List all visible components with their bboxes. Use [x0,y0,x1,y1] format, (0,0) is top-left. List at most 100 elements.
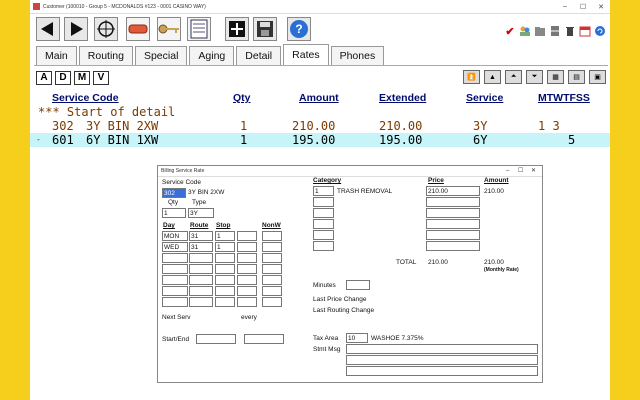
dialog-close-button[interactable]: ✕ [531,166,536,177]
schedule-day-field[interactable]: WED [162,242,188,252]
schedule-route-field[interactable] [189,253,213,263]
erase-button[interactable] [126,17,150,41]
dialog-minimize-button[interactable]: – [506,166,509,177]
category-code-field[interactable] [313,219,334,229]
schedule-nonw-field[interactable] [262,286,282,296]
locate-button[interactable] [94,17,118,41]
type-field[interactable]: 3Y [188,208,214,218]
schedule-extra-field[interactable] [237,264,257,274]
statement-message-line-3[interactable] [346,366,538,376]
schedule-stop-field[interactable] [215,286,235,296]
header-service[interactable]: Service [466,92,503,104]
schedule-nonw-field[interactable] [262,275,282,285]
schedule-nonw-field[interactable] [262,253,282,263]
key-button[interactable] [157,17,181,41]
maximize-button[interactable]: ☐ [574,3,592,11]
start-of-detail-row[interactable]: *** Start of detail [30,105,610,119]
schedule-route-field[interactable] [189,275,213,285]
category-code-field[interactable]: 1 [313,186,334,196]
price-field[interactable]: 210.00 [426,186,480,196]
category-code-field[interactable] [313,208,334,218]
qty-field[interactable]: 1 [162,208,186,218]
tab-rates[interactable]: Rates [283,44,329,66]
tab-main[interactable]: Main [36,46,77,66]
category-code-field[interactable] [313,241,334,251]
schedule-extra-field[interactable] [237,297,257,307]
minimize-button[interactable]: – [556,3,574,10]
previous-record-button[interactable] [36,17,60,41]
minutes-field[interactable] [346,280,370,290]
tax-area-field[interactable]: 10 [346,333,368,343]
save-button[interactable] [253,17,277,41]
close-button[interactable]: ✕ [592,3,610,11]
statement-message-line-1[interactable] [346,344,538,354]
schedule-day-field[interactable] [162,253,188,263]
calendar-icon[interactable] [579,25,591,37]
modify-record-button[interactable]: M [74,71,90,85]
schedule-stop-field[interactable] [215,264,235,274]
row-up-button[interactable]: ⏶ [505,70,522,84]
add-button[interactable] [225,17,249,41]
tab-aging[interactable]: Aging [189,46,235,66]
list-view-button[interactable] [187,17,211,41]
category-code-field[interactable] [313,197,334,207]
schedule-stop-field[interactable] [215,253,235,263]
service-code-field[interactable]: 302 [162,188,186,198]
price-field[interactable] [426,230,480,240]
schedule-stop-field[interactable]: 1 [215,231,235,241]
first-row-button[interactable]: ⏫ [463,70,480,84]
table-row-selected[interactable]: - 601 6Y BIN 1XW 1 195.00 195.00 6Y 5 [30,133,610,147]
schedule-nonw-field[interactable] [262,264,282,274]
page-up-button[interactable]: ▲ [484,70,501,84]
schedule-day-field[interactable] [162,297,188,307]
grid-print-button[interactable]: ▣ [589,70,606,84]
add-record-button[interactable]: A [36,71,52,85]
schedule-extra-field[interactable] [237,231,257,241]
price-field[interactable] [426,219,480,229]
header-days[interactable]: MTWTFSS [538,92,590,104]
schedule-day-field[interactable] [162,275,188,285]
schedule-route-field[interactable] [189,286,213,296]
cabinet-icon[interactable] [549,25,561,37]
schedule-extra-field[interactable] [237,242,257,252]
price-field[interactable] [426,208,480,218]
schedule-extra-field[interactable] [237,275,257,285]
price-field[interactable] [426,197,480,207]
tab-phones[interactable]: Phones [330,46,385,66]
delete-record-button[interactable]: D [55,71,71,85]
schedule-stop-field[interactable] [215,297,235,307]
price-field[interactable] [426,241,480,251]
header-qty[interactable]: Qty [233,92,251,104]
schedule-extra-field[interactable] [237,286,257,296]
refresh-icon[interactable] [594,25,606,37]
schedule-nonw-field[interactable] [262,231,282,241]
tab-detail[interactable]: Detail [236,46,282,66]
dialog-maximize-button[interactable]: ☐ [518,166,523,177]
schedule-nonw-field[interactable] [262,297,282,307]
schedule-day-field[interactable]: MON [162,231,188,241]
schedule-extra-field[interactable] [237,253,257,263]
table-row[interactable]: 302 3Y BIN 2XW 1 210.00 210.00 3Y 1 3 [30,119,610,133]
tab-special[interactable]: Special [134,46,188,66]
schedule-day-field[interactable] [162,264,188,274]
people-icon[interactable] [519,25,531,37]
next-record-button[interactable] [64,17,88,41]
schedule-nonw-field[interactable] [262,242,282,252]
schedule-stop-field[interactable] [215,275,235,285]
schedule-route-field[interactable] [189,297,213,307]
header-extended[interactable]: Extended [379,92,426,104]
trash-icon[interactable] [564,25,576,37]
header-service-code[interactable]: Service Code [52,92,119,104]
category-code-field[interactable] [313,230,334,240]
schedule-route-field[interactable] [189,264,213,274]
schedule-day-field[interactable] [162,286,188,296]
schedule-stop-field[interactable]: 1 [215,242,235,252]
help-button[interactable]: ? [287,17,311,41]
checkmark-icon[interactable]: ✔ [504,25,516,38]
schedule-route-field[interactable]: 31 [189,242,213,252]
tab-routing[interactable]: Routing [78,46,133,66]
start-date-field[interactable] [196,334,236,344]
header-amount[interactable]: Amount [299,92,339,104]
row-down-button[interactable]: ⏷ [526,70,543,84]
grid-edit-button[interactable]: ▤ [568,70,585,84]
